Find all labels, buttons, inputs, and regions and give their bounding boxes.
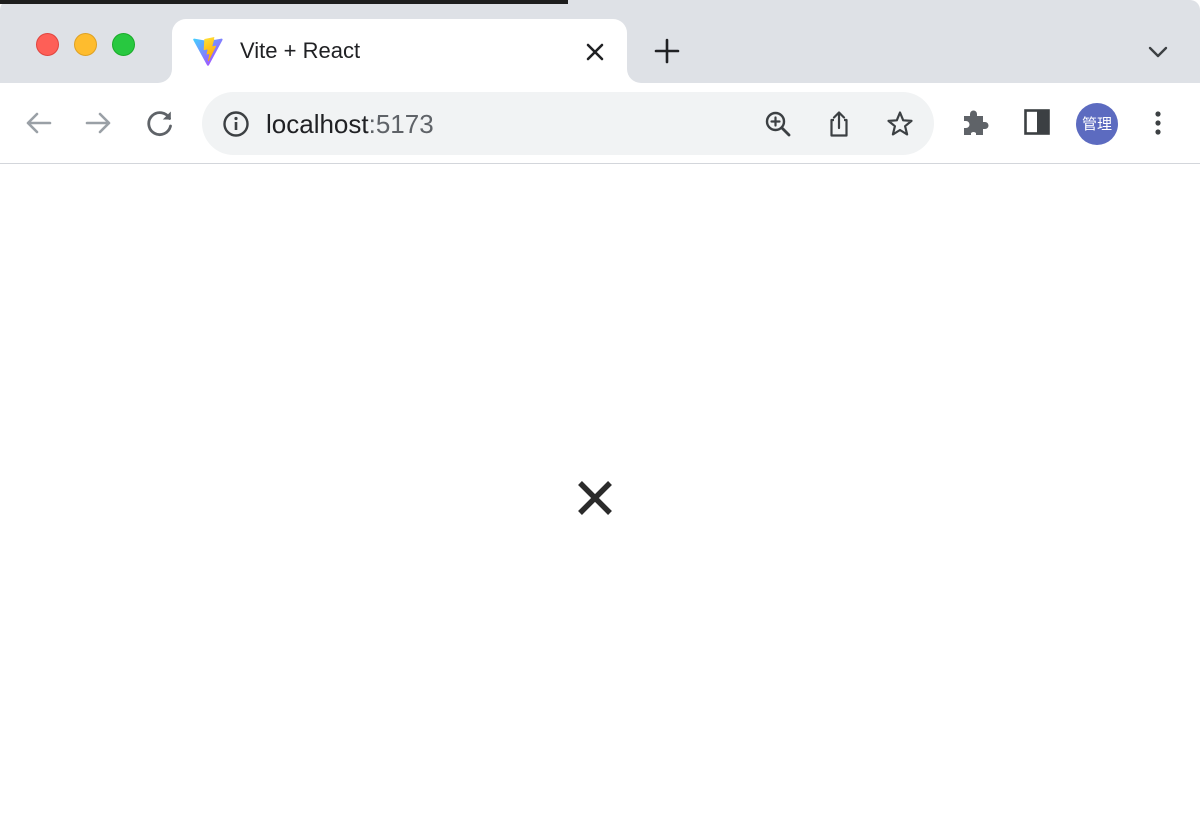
side-panel-icon[interactable] <box>1020 105 1054 139</box>
address-bar[interactable]: localhost:5173 <box>202 92 934 155</box>
star-icon[interactable] <box>885 109 915 139</box>
close-icon[interactable] <box>582 39 608 65</box>
zoom-in-icon[interactable] <box>763 109 793 139</box>
arrow-right-icon[interactable] <box>82 106 116 140</box>
share-icon[interactable] <box>824 109 854 139</box>
window-top-edge <box>0 0 568 4</box>
tab-strip: Vite + React <box>0 0 1200 83</box>
profile-avatar[interactable]: 管理 <box>1076 103 1118 145</box>
plus-icon[interactable] <box>652 36 682 66</box>
arrow-left-icon[interactable] <box>21 106 55 140</box>
tab-vite-react[interactable]: Vite + React <box>172 19 627 83</box>
tab-title: Vite + React <box>240 38 361 63</box>
puzzle-icon[interactable] <box>958 105 992 139</box>
info-icon[interactable] <box>222 110 250 138</box>
window-maximize-button[interactable] <box>112 33 135 56</box>
reload-icon[interactable] <box>143 106 177 140</box>
browser-toolbar: localhost:5173 管理 <box>0 83 1200 164</box>
more-vert-icon[interactable] <box>1145 107 1171 139</box>
chevron-down-icon[interactable] <box>1146 40 1170 64</box>
url-port: :5173 <box>368 109 434 139</box>
close-icon[interactable] <box>573 476 617 520</box>
page-viewport <box>0 164 1200 839</box>
browser-window: Vite + React localhost:5173 管理 <box>0 0 1200 839</box>
window-close-button[interactable] <box>36 33 59 56</box>
vite-logo-icon <box>191 35 225 69</box>
url-host: localhost <box>266 109 369 139</box>
url-text[interactable]: localhost:5173 <box>266 108 434 140</box>
window-minimize-button[interactable] <box>74 33 97 56</box>
